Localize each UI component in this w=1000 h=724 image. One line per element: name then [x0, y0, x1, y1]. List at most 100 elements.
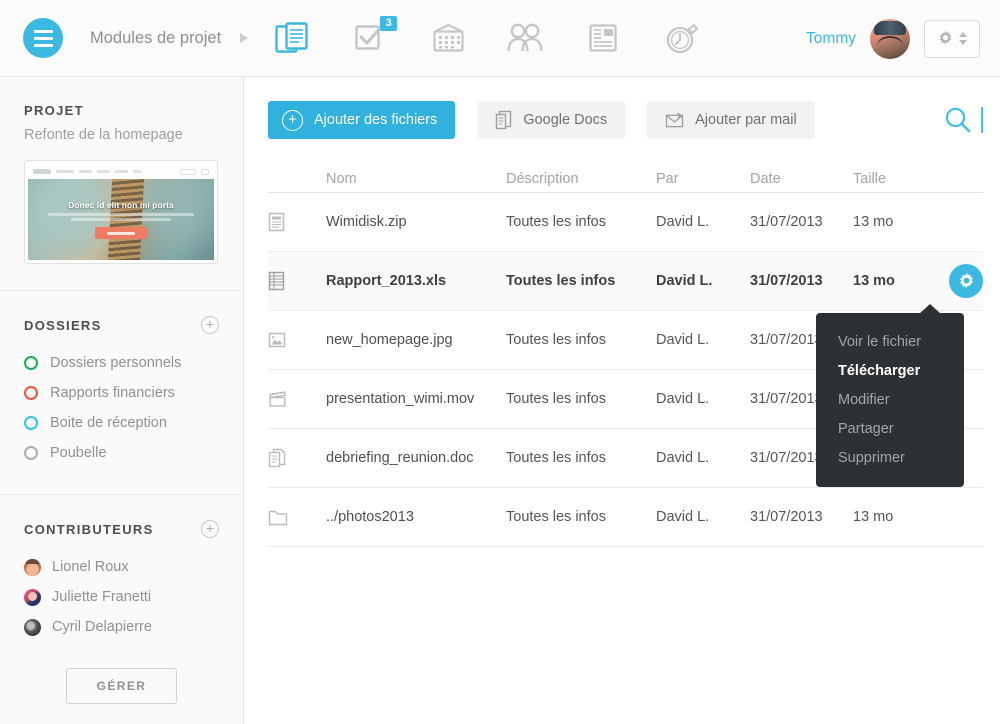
main-content: + Ajouter des fichiers Google Docs Ajout…	[244, 77, 1000, 724]
sidebar-item-poubelle[interactable]: Poubelle	[24, 438, 219, 468]
add-files-label: Ajouter des fichiers	[314, 112, 438, 128]
sidebar-item-juliette-franetti[interactable]: Juliette Franetti	[24, 582, 219, 612]
column-header-name[interactable]: Nom	[326, 171, 506, 187]
table-header: Nom Déscription Par Date Taille	[268, 165, 983, 193]
column-header-description[interactable]: Déscription	[506, 171, 656, 187]
file-description: Toutes les infos	[506, 332, 606, 348]
folder-icon	[268, 509, 326, 526]
row-actions-gear-icon[interactable]	[949, 264, 983, 298]
sidebar-divider-1	[0, 290, 243, 291]
search-icon	[945, 107, 971, 133]
top-header: Modules de projet 3 Tommy	[0, 0, 1000, 77]
file-description: Toutes les infos	[506, 273, 616, 289]
app-window: Modules de projet 3 Tommy PROJET Refonte…	[0, 0, 1000, 724]
folder-ring-icon	[24, 416, 38, 430]
file-size: 13 mo	[853, 214, 894, 230]
search-input-caret[interactable]	[981, 107, 983, 133]
folder-ring-icon	[24, 356, 38, 370]
table-row[interactable]: Wimidisk.zip Toutes les infos David L. 3…	[268, 193, 983, 252]
table-row[interactable]: ../photos2013 Toutes les infos David L. …	[268, 488, 983, 547]
table-row[interactable]: Rapport_2013.xls Toutes les infos David …	[268, 252, 983, 311]
add-by-mail-button[interactable]: Ajouter par mail	[647, 101, 815, 139]
folder-label: Boite de réception	[50, 415, 167, 431]
add-files-button[interactable]: + Ajouter des fichiers	[268, 101, 456, 139]
thumbnail-navbar	[28, 164, 214, 179]
folder-ring-icon	[24, 386, 38, 400]
contacts-icon[interactable]	[506, 18, 546, 58]
folder-label: Rapports financiers	[50, 385, 175, 401]
calendar-icon[interactable]	[428, 18, 468, 58]
timer-icon[interactable]	[662, 18, 702, 58]
row-context-menu: Voir le fichier Télécharger Modifier Par…	[816, 304, 964, 487]
google-docs-label: Google Docs	[523, 112, 608, 128]
contributor-name: Juliette Franetti	[52, 589, 152, 605]
sidebar-divider-2	[0, 494, 243, 495]
sidebar-item-cyril-delapierre[interactable]: Cyril Delapierre	[24, 612, 219, 642]
folder-ring-icon	[24, 446, 38, 460]
hamburger-icon[interactable]	[23, 18, 63, 58]
sidebar-item-boite-de-reception[interactable]: Boite de réception	[24, 408, 219, 438]
file-by: David L.	[656, 214, 710, 230]
add-by-mail-label: Ajouter par mail	[695, 112, 797, 128]
folder-list: Dossiers personnels Rapports financiers …	[24, 348, 219, 468]
file-date: 31/07/2013	[750, 273, 823, 289]
search-area[interactable]	[943, 105, 983, 135]
project-label: PROJET	[24, 103, 84, 118]
contributor-name: Lionel Roux	[52, 559, 129, 575]
file-by: David L.	[656, 391, 710, 407]
body: PROJET Refonte de la homepage Donec id e…	[0, 77, 1000, 724]
sidebar-item-dossiers-personnels[interactable]: Dossiers personnels	[24, 348, 219, 378]
project-name: Refonte de la homepage	[24, 127, 183, 143]
tasks-badge: 3	[380, 16, 398, 32]
file-size: 13 mo	[853, 273, 895, 289]
news-icon[interactable]	[584, 18, 624, 58]
breadcrumb: Modules de projet	[90, 28, 222, 47]
context-menu-item-partager[interactable]: Partager	[816, 414, 964, 443]
context-menu-item-telecharger[interactable]: Télécharger	[816, 356, 964, 385]
file-name: Rapport_2013.xls	[326, 273, 447, 289]
user-name[interactable]: Tommy	[806, 30, 856, 48]
file-date: 31/07/2013	[750, 509, 823, 525]
file-name: Wimidisk.zip	[326, 214, 407, 230]
file-name: ../photos2013	[326, 509, 414, 525]
sidebar: PROJET Refonte de la homepage Donec id e…	[0, 77, 244, 724]
file-name: presentation_wimi.mov	[326, 391, 475, 407]
column-header-by[interactable]: Par	[656, 171, 750, 187]
xls-file-icon	[268, 271, 326, 291]
documents-icon[interactable]	[272, 18, 312, 58]
add-contributor-plus-icon[interactable]: +	[201, 520, 219, 538]
sidebar-item-lionel-roux[interactable]: Lionel Roux	[24, 552, 219, 582]
thumbnail-hero: Donec id elit non mi porta	[28, 179, 214, 260]
mail-icon	[665, 111, 684, 127]
avatar[interactable]	[870, 18, 910, 59]
thumbnail-cta-button	[95, 227, 147, 239]
folder-label: Poubelle	[50, 445, 107, 461]
context-menu-item-voir-le-fichier[interactable]: Voir le fichier	[816, 327, 964, 356]
manage-button[interactable]: GÉRER	[66, 668, 177, 704]
contributor-list: Lionel Roux Juliette Franetti Cyril Dela…	[24, 552, 219, 642]
image-file-icon	[268, 332, 326, 349]
google-docs-button[interactable]: Google Docs	[477, 101, 626, 139]
plus-icon: +	[282, 109, 303, 131]
doc-file-icon	[268, 448, 326, 468]
zip-file-icon	[268, 212, 326, 232]
tasks-icon[interactable]: 3	[350, 16, 398, 58]
file-by: David L.	[656, 273, 713, 289]
file-date: 31/07/2013	[750, 214, 823, 230]
toolbar: + Ajouter des fichiers Google Docs Ajout…	[268, 77, 983, 139]
add-folder-plus-icon[interactable]: +	[201, 316, 219, 334]
folders-title: DOSSIERS	[24, 317, 102, 333]
module-nav: 3	[272, 16, 702, 58]
project-thumbnail[interactable]: Donec id elit non mi porta	[24, 160, 218, 264]
context-menu-item-supprimer[interactable]: Supprimer	[816, 443, 964, 472]
settings-button[interactable]	[924, 19, 980, 58]
file-by: David L.	[656, 450, 710, 466]
file-name: new_homepage.jpg	[326, 332, 453, 348]
file-by: David L.	[656, 332, 710, 348]
avatar	[24, 558, 41, 576]
context-menu-item-modifier[interactable]: Modifier	[816, 385, 964, 414]
column-header-date[interactable]: Date	[750, 171, 853, 187]
thumbnail-headline: Donec id elit non mi porta	[68, 200, 174, 210]
column-header-size[interactable]: Taille	[853, 171, 945, 187]
sidebar-item-rapports-financiers[interactable]: Rapports financiers	[24, 378, 219, 408]
